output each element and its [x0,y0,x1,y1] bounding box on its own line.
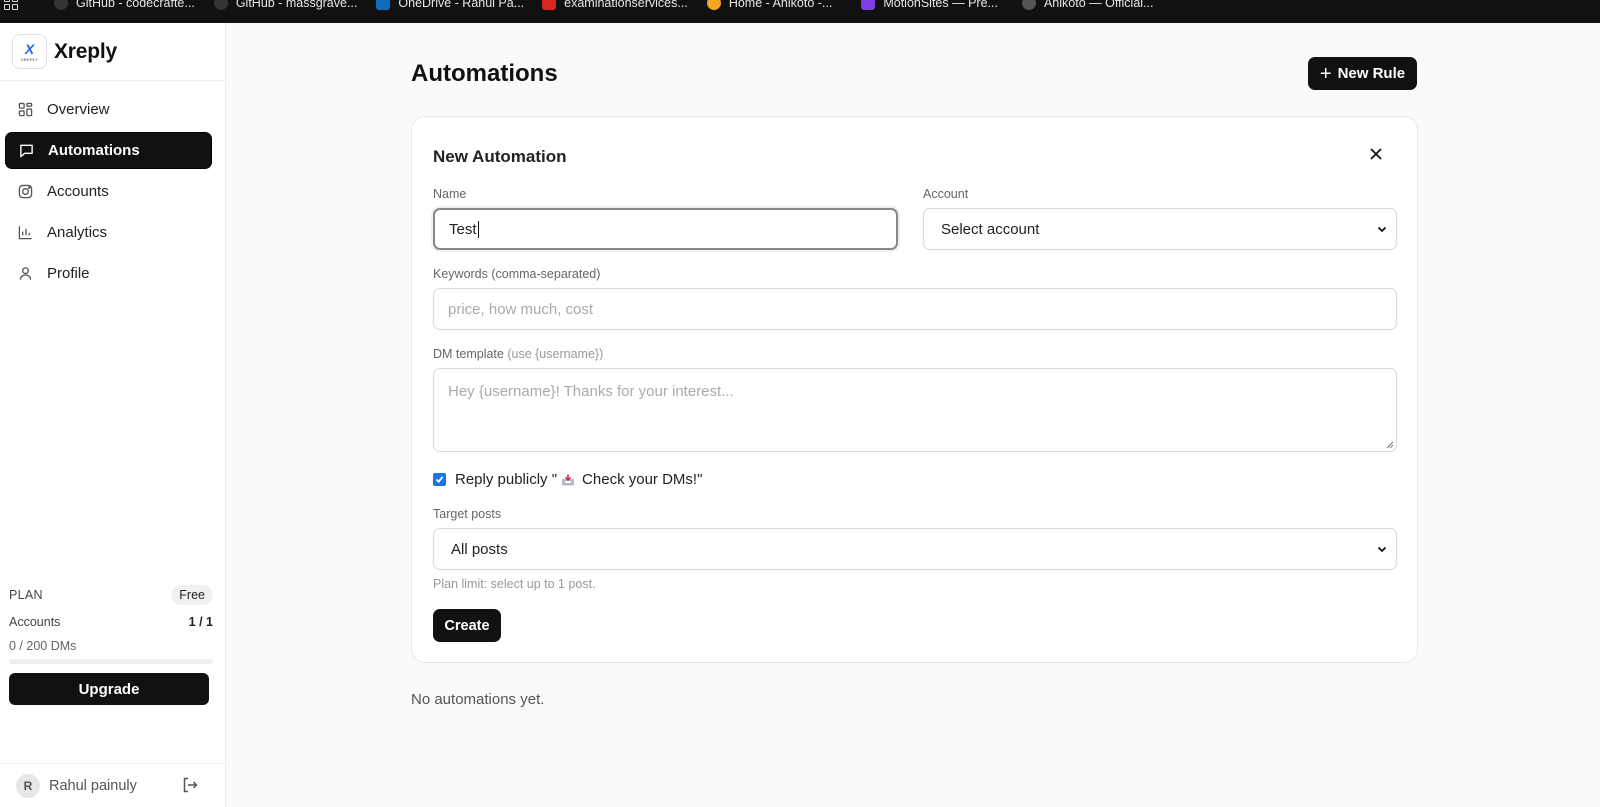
plan-row: PLAN Free [9,585,213,605]
sidebar-item-profile[interactable]: Profile [5,255,212,292]
bookmark-item[interactable]: Anikoto — Official... [1021,0,1154,10]
text-caret [477,220,479,238]
account-select[interactable]: Select account [923,208,1397,250]
bookmark-item[interactable]: GitHub - codecrafte... [54,0,195,10]
name-field[interactable]: Test [433,208,898,250]
bookmark-label: Home - Anikoto -... [728,0,833,10]
bookmark-label: OneDrive - Rahul Pa... [398,0,525,10]
message-icon [20,144,33,158]
sidebar-nav: Overview Automations Accounts Analytics … [0,81,225,292]
new-rule-button[interactable]: + New Rule [1308,57,1417,90]
bookmark-label: GitHub - codecrafte... [76,0,195,10]
sidebar: X XREPLY Xreply Overview Automations Acc… [0,23,226,807]
plan-accounts-row: Accounts 1 / 1 [9,615,213,629]
keywords-input[interactable]: price, how much, cost [433,288,1397,330]
sidebar-item-automations[interactable]: Automations [5,132,212,169]
reply-publicly-suffix: Check your DMs!" [582,471,703,488]
name-label: Name [433,187,467,201]
new-automation-card: New Automation Name Test Account Select … [411,116,1418,663]
plan-panel: PLAN Free Accounts 1 / 1 0 / 200 DMs Upg… [0,585,213,705]
bookmark-label: MotionSites — Pre... [883,0,998,10]
anikoto-icon [706,0,721,10]
bookmark-item[interactable]: examinationservices... [542,0,688,10]
checkmark-icon [435,476,444,484]
xreply-logo: X XREPLY [12,34,47,69]
instagram-icon [18,184,33,199]
bookmark-item[interactable]: OneDrive - Rahul Pa... [376,0,525,10]
user-name: Rahul painuly [49,777,137,794]
name-value: Test [449,220,477,238]
reply-publicly-checkbox[interactable] [433,473,446,486]
logout-icon[interactable] [181,776,199,794]
new-rule-label: New Rule [1337,65,1406,82]
bookmark-label: Anikoto — Official... [1043,0,1154,10]
sidebar-item-label: Profile [47,265,90,282]
dms-progress-bar [9,659,213,664]
accounts-usage-value: 1 / 1 [188,615,213,629]
target-posts-value: All posts [451,540,508,558]
reply-publicly-prefix: Reply publicly " [455,471,558,488]
grid-icon [18,102,33,117]
sidebar-item-label: Accounts [47,183,109,200]
chevron-down-icon [1377,546,1387,553]
empty-state: No automations yet. [411,691,545,708]
github-icon [54,0,68,10]
user-icon [19,267,32,280]
exam-site-icon [542,0,557,10]
close-icon[interactable] [1369,147,1383,161]
avatar: R [16,773,40,798]
dms-usage: 0 / 200 DMs [9,639,77,653]
bookmark-item[interactable]: Home - Anikoto -... [706,0,833,10]
chevron-down-icon [1377,226,1387,233]
dm-label-hint: (use {username}) [507,347,604,361]
card-title: New Automation [433,147,567,166]
plan-limit-note: Plan limit: select up to 1 post. [433,577,596,591]
inbox-tray-icon [562,474,575,485]
resize-handle-icon[interactable] [1386,441,1394,449]
sidebar-item-accounts[interactable]: Accounts [5,173,212,210]
user-footer: R Rahul painuly [0,763,226,807]
bar-chart-icon [18,226,32,240]
plan-label: PLAN [9,588,43,602]
plus-icon: + [1319,62,1332,85]
dm-label-text: DM template [433,347,504,361]
page-title: Automations [411,60,558,87]
reply-publicly-row: Reply publicly " Check your DMs!" [433,471,702,488]
brand-name: Xreply [54,39,117,63]
sidebar-item-analytics[interactable]: Analytics [5,214,212,251]
target-posts-select[interactable]: All posts [433,528,1397,570]
bookmarks-bar: GitHub - codecrafte... GitHub - massgrav… [0,0,1600,23]
account-value: Select account [941,220,1040,238]
motionsites-icon [861,0,876,10]
keywords-placeholder: price, how much, cost [448,300,594,318]
create-button[interactable]: Create [433,609,501,642]
onedrive-icon [376,0,391,10]
bookmark-label: examinationservices... [564,0,688,10]
logo-text: XREPLY [20,56,39,62]
target-posts-label: Target posts [433,507,502,521]
sidebar-item-label: Automations [48,142,140,159]
brand[interactable]: X XREPLY Xreply [0,23,225,81]
keywords-label: Keywords (comma-separated) [433,267,601,281]
account-label: Account [923,187,969,201]
globe-icon [1021,0,1036,10]
bookmark-label: GitHub - massgrave... [235,0,358,10]
dm-template-textarea[interactable]: Hey {username}! Thanks for your interest… [433,368,1397,452]
dm-template-placeholder: Hey {username}! Thanks for your interest… [448,383,734,400]
bookmark-item[interactable]: MotionSites — Pre... [861,0,998,10]
github-icon [213,0,228,10]
dm-template-label: DM template (use {username}) [433,347,603,361]
sidebar-item-label: Overview [47,101,110,118]
apps-icon[interactable] [4,0,26,10]
logo-mark: X [24,40,35,57]
bookmark-item[interactable]: GitHub - massgrave... [213,0,358,10]
sidebar-item-label: Analytics [47,224,108,241]
upgrade-button[interactable]: Upgrade [9,673,209,705]
sidebar-item-overview[interactable]: Overview [5,91,212,128]
accounts-usage-label: Accounts [9,615,61,629]
plan-badge: Free [171,585,213,605]
